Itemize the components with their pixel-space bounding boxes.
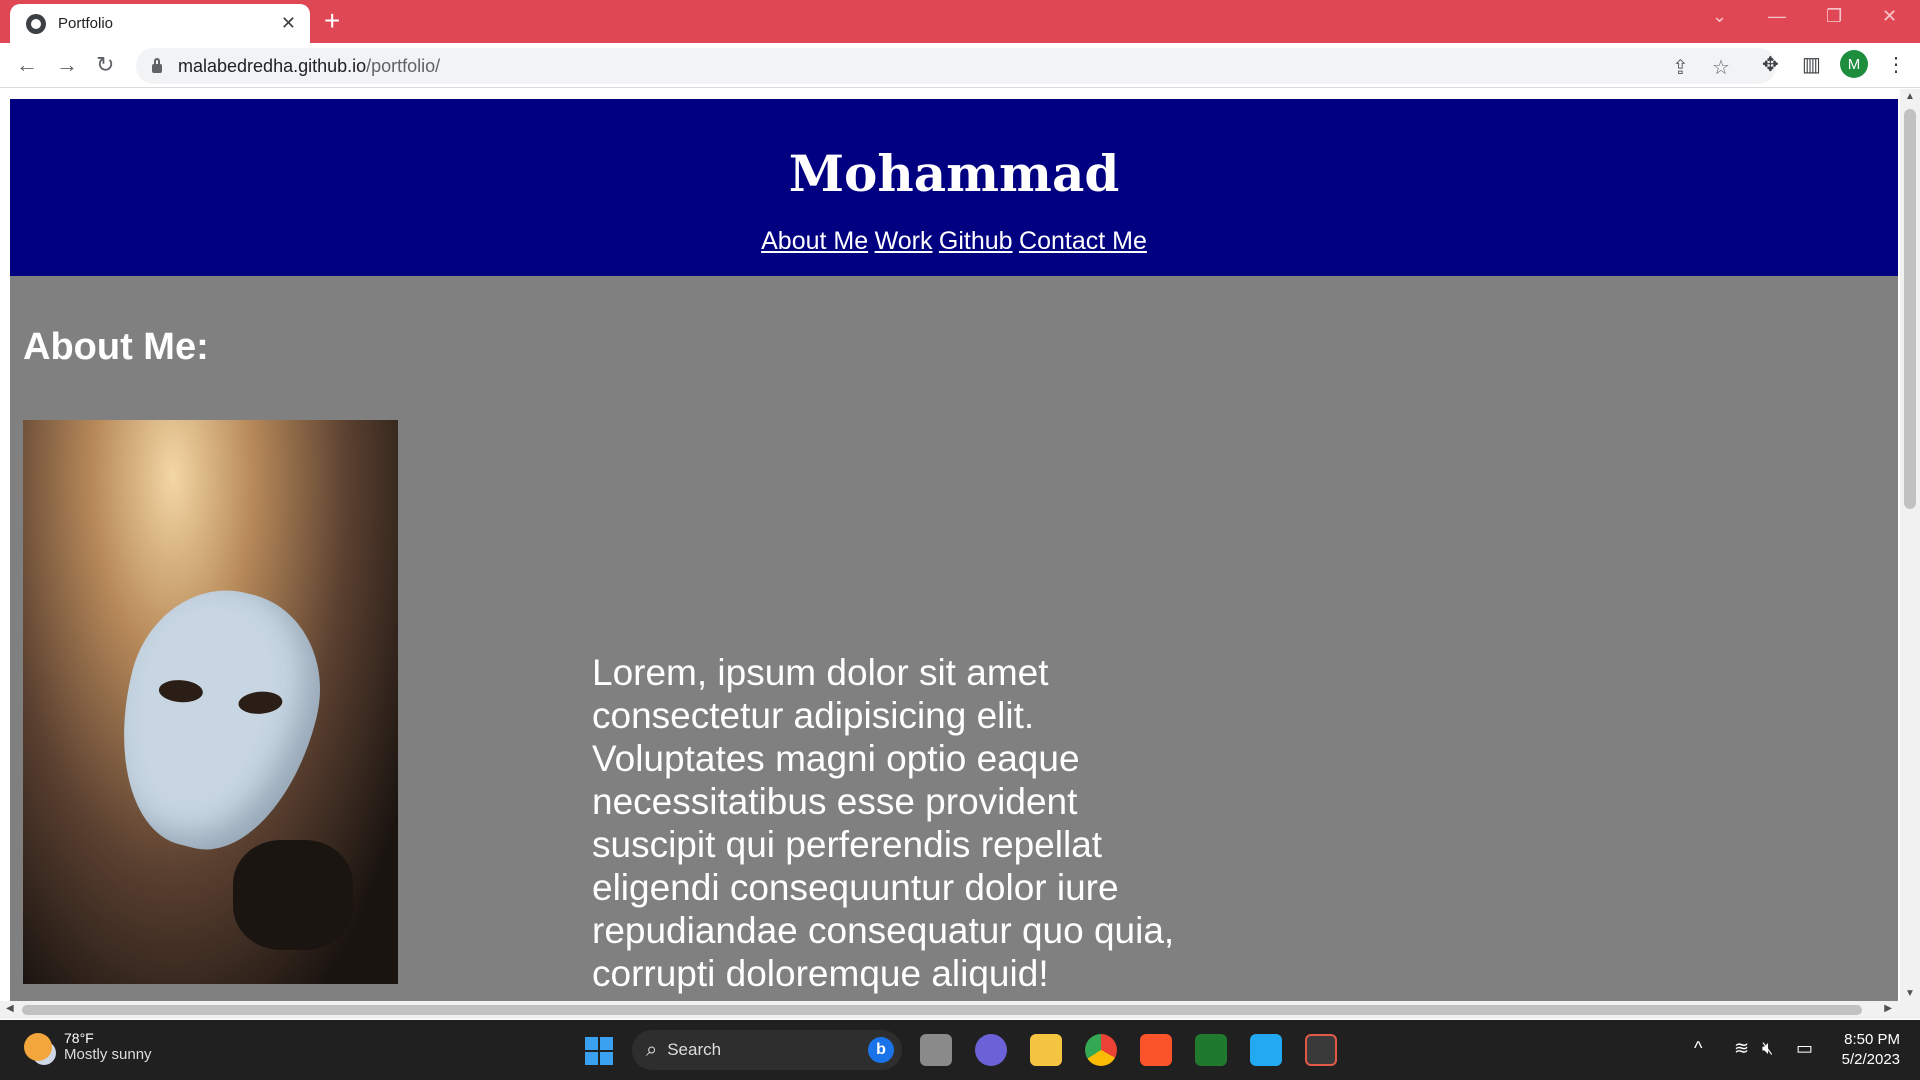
- taskbar-search[interactable]: ⌕ Search b: [632, 1030, 902, 1070]
- menu-kebab-icon[interactable]: ⋮: [1886, 52, 1906, 77]
- vertical-scrollbar[interactable]: ▲ ▼: [1900, 89, 1920, 1001]
- about-section: About Me: Lorem, ipsum dolor sit amet co…: [10, 276, 1898, 1001]
- nav-link-work[interactable]: Work: [875, 227, 933, 255]
- reload-icon[interactable]: ↻: [96, 52, 114, 78]
- lock-icon[interactable]: [152, 57, 162, 73]
- speaker-muted-icon[interactable]: 🔇︎: [1762, 1038, 1773, 1059]
- bing-icon[interactable]: b: [868, 1037, 894, 1063]
- task-view-icon[interactable]: [920, 1034, 952, 1066]
- about-heading: About Me:: [23, 326, 209, 368]
- clock-time: 8:50 PM: [1844, 1031, 1900, 1048]
- new-tab-button[interactable]: +: [324, 6, 340, 36]
- snipping-tool-icon[interactable]: [1305, 1034, 1337, 1066]
- globe-icon: [26, 13, 46, 34]
- chevron-up-icon[interactable]: ^: [1694, 1038, 1702, 1059]
- tab-title: Portfolio: [58, 15, 114, 32]
- site-header: Mohammad About Me Work Github Contact Me: [10, 99, 1898, 276]
- file-explorer-icon[interactable]: [1030, 1034, 1062, 1066]
- start-button[interactable]: [585, 1037, 613, 1065]
- back-icon[interactable]: ←: [16, 52, 38, 78]
- share-icon[interactable]: ⇪: [1672, 55, 1689, 80]
- close-tab-icon[interactable]: ✕: [281, 13, 296, 34]
- site-title: Mohammad: [788, 144, 1120, 203]
- tab-search-icon[interactable]: ⌄: [1712, 6, 1727, 27]
- minimize-icon[interactable]: —: [1768, 6, 1786, 27]
- scroll-left-arrow-icon[interactable]: ◀: [6, 1003, 14, 1014]
- forward-icon[interactable]: →: [56, 52, 78, 78]
- nav-link-github[interactable]: Github: [939, 227, 1013, 255]
- green-app-icon[interactable]: [1195, 1034, 1227, 1066]
- scroll-right-arrow-icon[interactable]: ▶: [1884, 1003, 1892, 1014]
- bookmark-star-icon[interactable]: ☆: [1712, 55, 1730, 80]
- brave-icon[interactable]: [1140, 1034, 1172, 1066]
- photo-mask: [94, 570, 342, 870]
- chrome-icon[interactable]: [1085, 1034, 1117, 1066]
- browser-tab-portfolio[interactable]: Portfolio ✕: [10, 4, 310, 43]
- scroll-up-arrow-icon[interactable]: ▲: [1905, 91, 1915, 102]
- vertical-scroll-thumb[interactable]: [1904, 109, 1916, 509]
- page-viewport: Mohammad About Me Work Github Contact Me…: [0, 89, 1920, 1001]
- window-close-icon[interactable]: ✕: [1882, 6, 1897, 27]
- about-text: Lorem, ipsum dolor sit amet consectetur …: [592, 652, 1175, 994]
- vscode-icon[interactable]: [1250, 1034, 1282, 1066]
- side-panel-icon[interactable]: ▥: [1802, 52, 1821, 77]
- url-path: /portfolio/: [366, 55, 441, 76]
- weather-temp: 78°F: [64, 1030, 94, 1046]
- browser-toolbar: ← → ↻ malabedredha.github.io/portfolio/ …: [0, 43, 1920, 88]
- weather-widget[interactable]: 78°F Mostly sunny: [24, 1030, 152, 1063]
- address-bar[interactable]: malabedredha.github.io/portfolio/ ⇪ ☆: [136, 48, 1776, 84]
- restore-icon[interactable]: ❐: [1826, 6, 1842, 27]
- search-icon: ⌕: [646, 1038, 658, 1061]
- clock-date: 5/2/2023: [1841, 1051, 1900, 1068]
- extensions-icon[interactable]: ✥: [1762, 52, 1779, 77]
- partly-sunny-icon: [24, 1032, 52, 1061]
- site-nav: About Me Work Github Contact Me: [10, 227, 1898, 256]
- photo-hand: [233, 840, 353, 950]
- battery-icon[interactable]: ▭: [1796, 1038, 1813, 1059]
- browser-tab-strip: Portfolio ✕ + ⌄ — ❐ ✕: [0, 0, 1920, 43]
- nav-link-contact-me[interactable]: Contact Me: [1019, 227, 1147, 255]
- wifi-icon[interactable]: ≋: [1734, 1038, 1749, 1059]
- scroll-down-arrow-icon[interactable]: ▼: [1905, 988, 1915, 999]
- windows-taskbar: 78°F Mostly sunny ⌕ Search b ^ ≋ 🔇︎ ▭ 8:…: [0, 1020, 1920, 1080]
- profile-photo: [23, 420, 398, 984]
- horizontal-scroll-thumb[interactable]: [22, 1005, 1862, 1015]
- system-clock[interactable]: 8:50 PM 5/2/2023: [1830, 1030, 1900, 1070]
- teams-chat-icon[interactable]: [975, 1034, 1007, 1066]
- horizontal-scrollbar[interactable]: ◀ ▶: [0, 1001, 1920, 1019]
- nav-link-about-me[interactable]: About Me: [761, 227, 868, 255]
- weather-desc: Mostly sunny: [64, 1046, 152, 1063]
- url-host: malabedredha.github.io: [178, 55, 367, 76]
- taskbar-search-label: Search: [667, 1040, 722, 1059]
- profile-avatar[interactable]: M: [1840, 50, 1868, 78]
